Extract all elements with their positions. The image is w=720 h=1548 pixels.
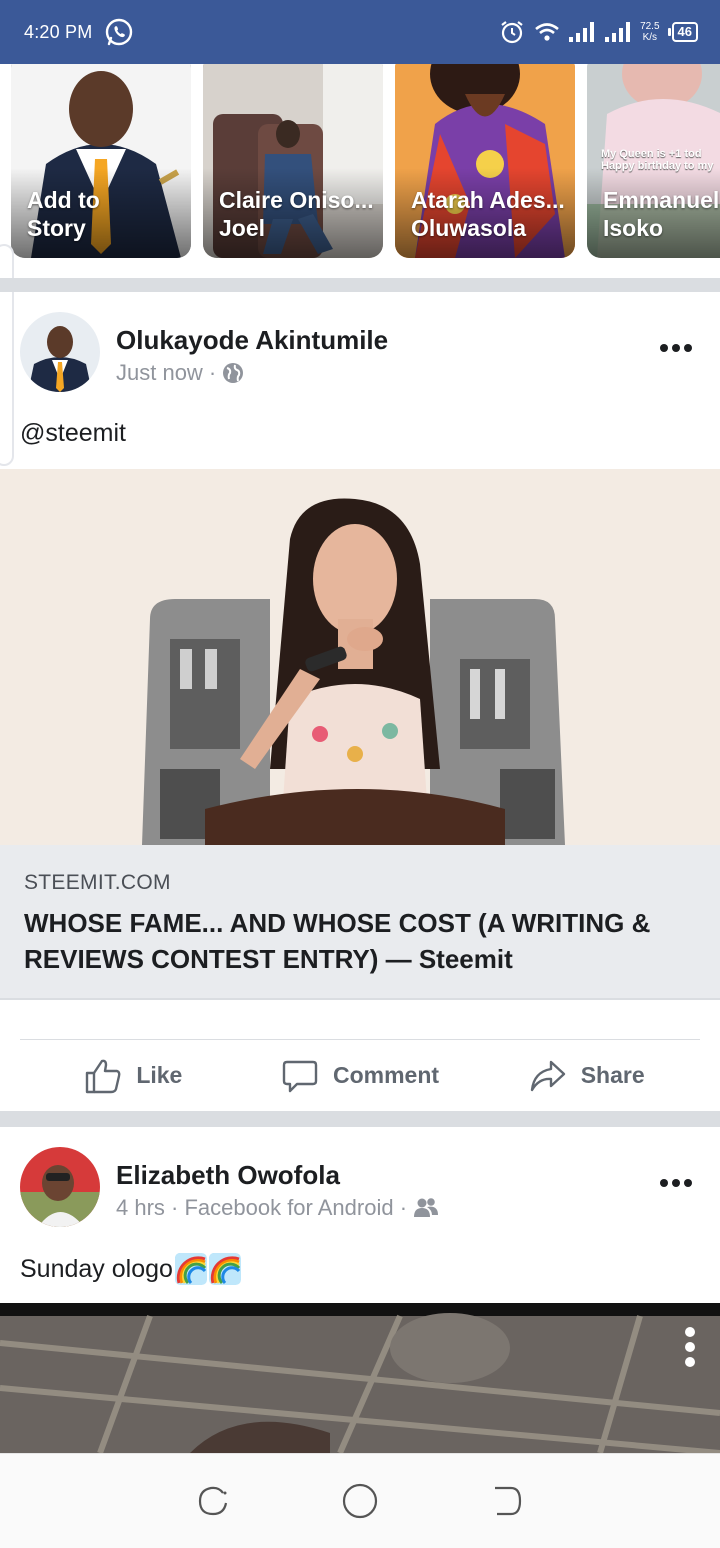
link-card[interactable]: STEEMIT.COM WHOSE FAME... AND WHOSE COST… — [0, 845, 720, 1000]
like-label: Like — [136, 1062, 183, 1088]
post-meta: Just now · — [116, 360, 244, 386]
post-time[interactable]: Just now — [116, 360, 203, 386]
story-add-to-story[interactable]: Add to Story — [11, 64, 191, 258]
post-header: Olukayode Akintumile Just now · — [0, 292, 720, 402]
back-button[interactable] — [485, 1479, 529, 1523]
post-text-content: Sunday ologo — [20, 1254, 173, 1283]
status-bar: 4:20 PM 72.5 K/s 46 — [0, 0, 720, 64]
post-options-button[interactable] — [656, 338, 696, 358]
story-label: Claire Oniso... Joel — [219, 187, 374, 241]
story-emmanuel[interactable]: My Queen is +1 tod Happy birthday to my … — [587, 64, 720, 258]
back-icon — [494, 1486, 521, 1516]
post-author[interactable]: Elizabeth Owofola — [116, 1160, 340, 1191]
comment-button[interactable]: Comment — [247, 1057, 474, 1095]
story-label: Add to Story — [27, 187, 100, 241]
recent-apps-button[interactable] — [191, 1479, 235, 1523]
home-icon — [342, 1483, 378, 1519]
video-options-button[interactable] — [684, 1327, 696, 1367]
status-time: 4:20 PM — [24, 21, 93, 42]
link-title: WHOSE FAME... AND WHOSE COST (A WRITING … — [24, 908, 651, 974]
avatar[interactable] — [20, 312, 100, 392]
share-label: Share — [580, 1062, 645, 1088]
stories-tray: Add to Story Claire Oniso... Joel Atarah… — [0, 64, 720, 278]
feed-divider — [0, 1111, 720, 1127]
rainbow-emoji — [174, 1253, 207, 1285]
globe-icon — [223, 363, 244, 383]
network-speed-unit: K/s — [642, 32, 658, 43]
network-speed: 72.5 K/s — [640, 21, 659, 43]
friends-icon — [414, 1198, 439, 1217]
meta-separator: · — [208, 360, 217, 385]
signal-icon — [569, 22, 595, 42]
signal-icon — [605, 22, 631, 42]
network-speed-value: 72.5 — [640, 21, 660, 32]
avatar[interactable] — [20, 1147, 100, 1227]
battery-level: 46 — [671, 22, 698, 42]
thumbs-up-icon — [86, 1059, 121, 1093]
like-button[interactable]: Like — [20, 1057, 247, 1095]
share-button[interactable]: Share — [473, 1057, 700, 1095]
alarm-icon — [501, 21, 523, 44]
post-author[interactable]: Olukayode Akintumile — [116, 325, 388, 356]
post-options-button[interactable] — [656, 1173, 696, 1193]
wifi-icon — [535, 23, 559, 41]
post-video[interactable] — [0, 1303, 720, 1453]
link-domain: STEEMIT.COM — [24, 871, 171, 894]
home-button[interactable] — [338, 1479, 382, 1523]
system-nav-bar — [0, 1453, 720, 1548]
rainbow-emoji — [208, 1253, 241, 1285]
story-label: Emmanuel Isoko — [603, 187, 720, 241]
feed-divider — [0, 278, 720, 292]
post-time-source[interactable]: 4 hrs · Facebook for Android · — [116, 1195, 407, 1221]
link-preview-image[interactable] — [0, 469, 720, 845]
comment-icon — [282, 1060, 318, 1092]
battery-icon: 46 — [667, 22, 698, 42]
story-claire[interactable]: Claire Oniso... Joel — [203, 64, 383, 258]
post-text: @steemit — [20, 419, 126, 447]
status-icons: 72.5 K/s 46 — [498, 18, 698, 46]
post-action-bar: Like Comment Share — [20, 1039, 700, 1111]
comment-label: Comment — [332, 1062, 440, 1088]
share-icon — [530, 1060, 565, 1091]
post-text: Sunday ologo — [20, 1253, 241, 1285]
story-atarah[interactable]: Atarah Ades... Oluwasola — [395, 64, 575, 258]
post-header: Elizabeth Owofola 4 hrs · Facebook for A… — [0, 1127, 720, 1237]
whatsapp-icon — [106, 18, 133, 46]
story-label: Atarah Ades... Oluwasola — [411, 187, 565, 241]
post-meta: 4 hrs · Facebook for Android · — [116, 1195, 439, 1221]
recents-icon — [199, 1486, 228, 1516]
